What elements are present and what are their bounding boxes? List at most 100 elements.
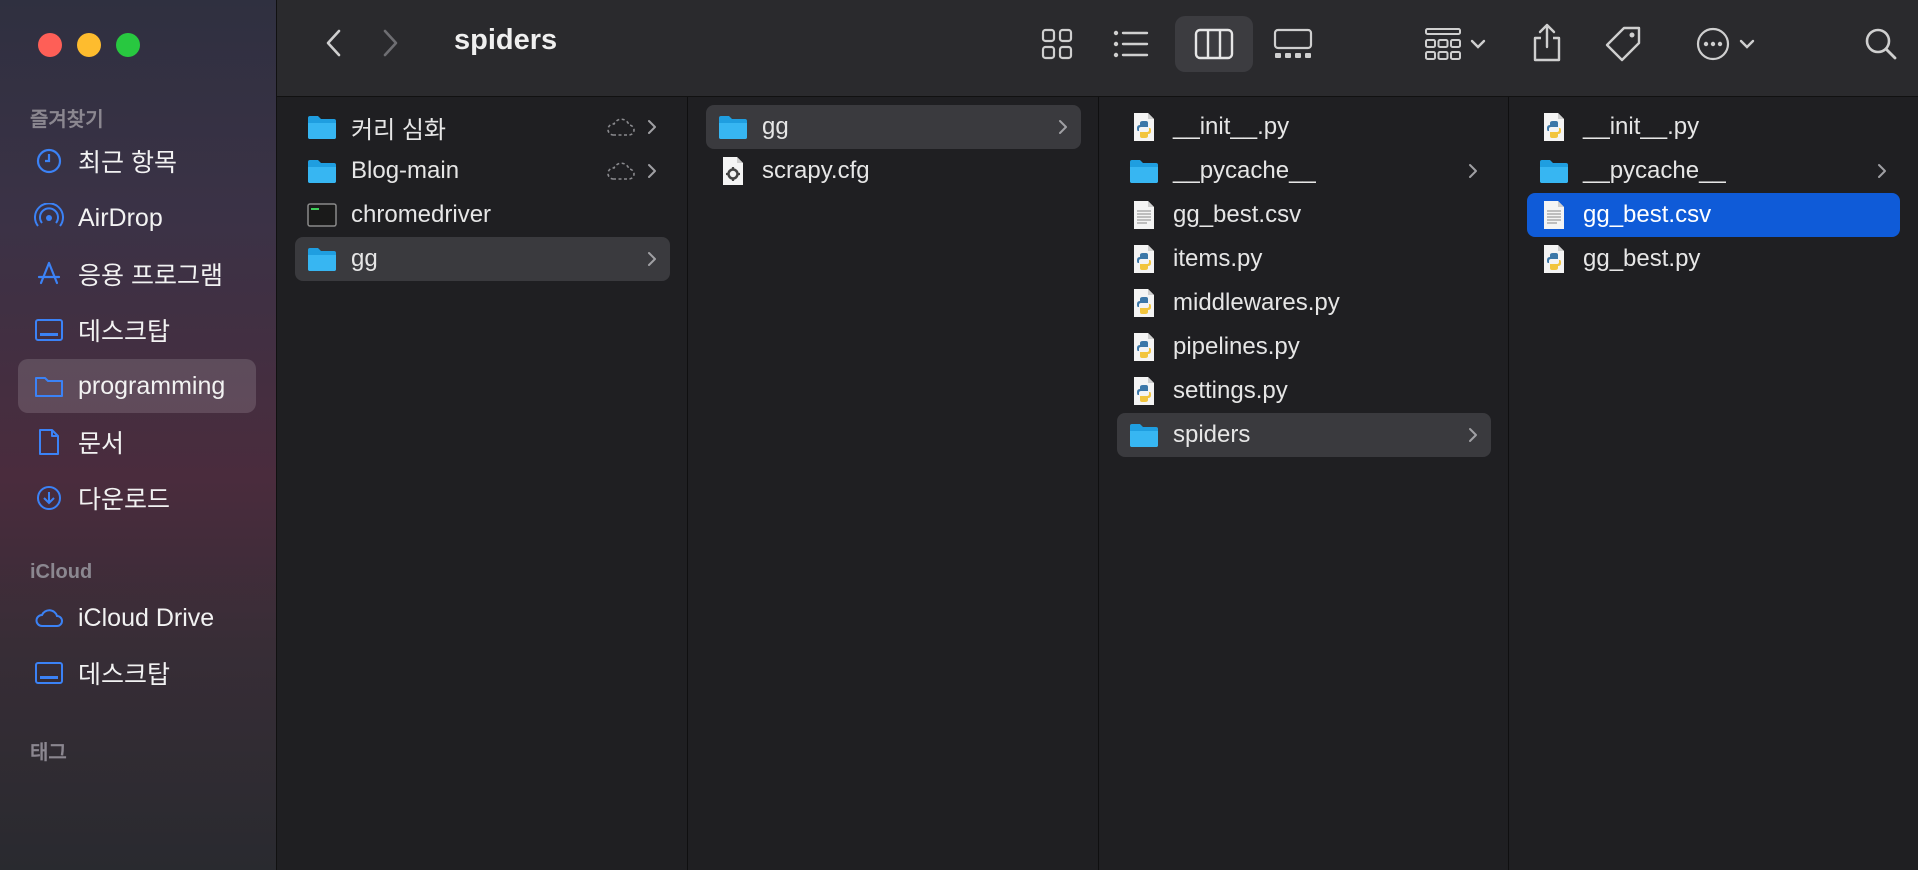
list-view-button[interactable] (1109, 22, 1153, 66)
text-document-icon (1539, 200, 1569, 230)
item-name: __pycache__ (1583, 157, 1726, 184)
item-name: Blog-main (351, 157, 460, 184)
item-name: chromedriver (351, 201, 492, 228)
sidebar-item-airdrop[interactable]: AirDrop (18, 191, 256, 245)
folder-row[interactable]: __pycache__ (1117, 149, 1491, 193)
item-name: gg (762, 113, 789, 140)
desktop-icon (32, 313, 66, 347)
icloud-header: iCloud (30, 561, 93, 583)
more-icon (1696, 27, 1730, 61)
item-name: gg_best.csv (1583, 201, 1712, 228)
more-actions-button[interactable] (1685, 22, 1765, 66)
document-icon (32, 425, 66, 459)
sidebar: 즐겨찾기 최근 항목 AirDrop 응용 프로그램 데스크탑 programm… (0, 0, 277, 870)
sidebar-item-desktop[interactable]: 데스크탑 (18, 303, 256, 357)
sidebar-item-applications[interactable]: 응용 프로그램 (18, 247, 256, 301)
item-name: 커리 심화 (351, 116, 446, 144)
zoom-window-button[interactable] (116, 33, 140, 57)
file-row[interactable]: items.py (1117, 237, 1491, 281)
file-row[interactable]: gg_best.csv (1527, 193, 1900, 237)
folder-row[interactable]: gg (295, 237, 670, 281)
sidebar-item-label: iCloud Drive (78, 603, 215, 632)
search-icon (1865, 28, 1897, 60)
column-2[interactable]: gg scrapy.cfg (688, 97, 1099, 870)
chevron-right-icon (1055, 115, 1071, 139)
folder-row[interactable]: __pycache__ (1527, 149, 1900, 193)
chevron-right-icon (1465, 423, 1481, 447)
tag-button[interactable] (1601, 22, 1645, 66)
back-icon (326, 29, 341, 57)
download-icon (32, 481, 66, 515)
file-row[interactable]: middlewares.py (1117, 281, 1491, 325)
sidebar-item-label: 문서 (78, 430, 125, 458)
sidebar-item-icloud-drive[interactable]: iCloud Drive (18, 591, 256, 645)
column-view-button[interactable] (1175, 16, 1253, 72)
python-file-icon (1129, 376, 1159, 406)
item-name: __init__.py (1583, 113, 1700, 140)
item-name: items.py (1173, 245, 1263, 272)
chevron-right-icon (644, 115, 660, 139)
sidebar-item-programming[interactable]: programming (18, 359, 256, 413)
text-document-icon (1129, 200, 1159, 230)
search-button[interactable] (1859, 22, 1903, 66)
sidebar-item-downloads[interactable]: 다운로드 (18, 471, 256, 525)
file-row[interactable]: pipelines.py (1117, 325, 1491, 369)
item-name: __pycache__ (1173, 157, 1316, 184)
item-name: gg_best.py (1583, 245, 1701, 272)
file-row[interactable]: __init__.py (1527, 105, 1900, 149)
icloud-status-icon (604, 115, 638, 139)
column-1[interactable]: 커리 심화 Blog-main chromedriver gg (277, 97, 688, 870)
file-row[interactable]: gg_best.csv (1117, 193, 1491, 237)
file-row[interactable]: __init__.py (1117, 105, 1491, 149)
python-file-icon (1539, 112, 1569, 142)
sidebar-item-recents[interactable]: 최근 항목 (18, 134, 256, 188)
sidebar-item-label: programming (78, 371, 226, 400)
folder-row[interactable]: gg (706, 105, 1081, 149)
folder-row[interactable]: Blog-main (295, 149, 670, 193)
group-button[interactable] (1417, 22, 1493, 66)
close-window-button[interactable] (38, 33, 62, 57)
icloud-status-icon (604, 159, 638, 183)
folder-icon (718, 112, 748, 142)
python-file-icon (1129, 332, 1159, 362)
file-row[interactable]: scrapy.cfg (706, 149, 1081, 193)
item-name: __init__.py (1173, 113, 1290, 140)
folder-icon (1129, 156, 1159, 186)
share-icon (1533, 23, 1561, 62)
cloud-icon (32, 601, 66, 635)
folder-icon (307, 112, 337, 142)
file-row[interactable]: chromedriver (295, 193, 670, 237)
back-button[interactable] (317, 25, 351, 61)
chevron-down-icon (1470, 39, 1486, 49)
sidebar-item-label: 응용 프로그램 (78, 262, 223, 290)
chevron-right-icon (1874, 159, 1890, 183)
sidebar-item-label: 데스크탑 (78, 318, 171, 346)
column-browser: 커리 심화 Blog-main chromedriver gg gg scrapy.cf… (277, 97, 1918, 870)
window-controls (38, 33, 140, 57)
item-name: scrapy.cfg (762, 157, 870, 184)
sidebar-item-icloud-desktop[interactable]: 데스크탑 (18, 646, 256, 700)
chevron-right-icon (1465, 159, 1481, 183)
chevron-right-icon (644, 159, 660, 183)
icon-view-button[interactable] (1035, 22, 1079, 66)
column-3[interactable]: __init__.py __pycache__ gg_best.csv items.p… (1099, 97, 1509, 870)
share-button[interactable] (1527, 18, 1567, 68)
window-title: spiders (454, 24, 558, 56)
file-row[interactable]: settings.py (1117, 369, 1491, 413)
minimize-window-button[interactable] (77, 33, 101, 57)
folder-row[interactable]: spiders (1117, 413, 1491, 457)
folder-icon (1539, 156, 1569, 186)
folder-row[interactable]: 커리 심화 (295, 105, 670, 149)
file-row[interactable]: gg_best.py (1527, 237, 1900, 281)
forward-button[interactable] (373, 25, 407, 61)
column-view-icon (1194, 28, 1234, 60)
toolbar: spiders (277, 0, 1918, 97)
folder-icon (307, 244, 337, 274)
sidebar-item-documents[interactable]: 문서 (18, 415, 256, 469)
clock-icon (32, 144, 66, 178)
item-name: gg_best.csv (1173, 201, 1302, 228)
column-4[interactable]: __init__.py __pycache__ gg_best.csv gg_best… (1509, 97, 1918, 870)
gallery-view-button[interactable] (1267, 22, 1319, 66)
python-file-icon (1129, 112, 1159, 142)
item-name: pipelines.py (1173, 333, 1300, 360)
